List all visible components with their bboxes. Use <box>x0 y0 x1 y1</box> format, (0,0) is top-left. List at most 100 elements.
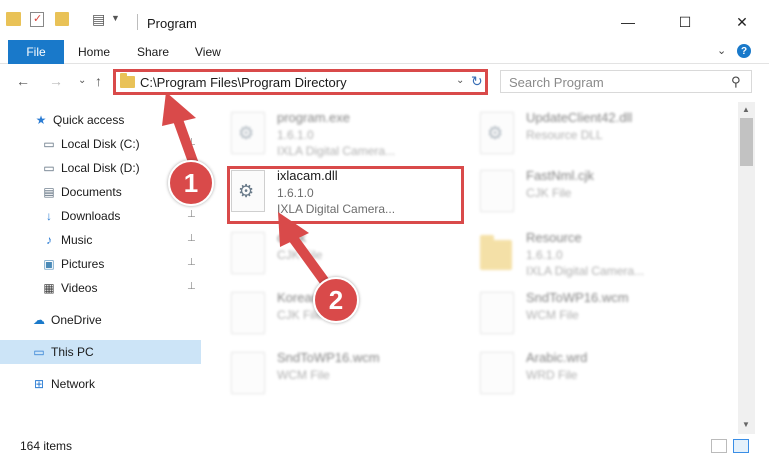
scroll-thumb[interactable] <box>740 118 753 166</box>
expand-ribbon-icon[interactable]: ⌄ <box>717 44 726 57</box>
sidebar-item-label: Documents <box>61 185 122 199</box>
sidebar-item-pictures[interactable]: ▣ Pictures ⊥ <box>0 252 201 276</box>
sidebar-item-label: Downloads <box>61 209 121 223</box>
chevron-down-icon[interactable]: ▼ <box>111 13 120 23</box>
file-item[interactable]: ci.cjk CJK File <box>231 226 471 282</box>
help-icon[interactable]: ? <box>737 44 751 58</box>
folder-icon[interactable] <box>6 12 21 26</box>
customize-quick-access-icon[interactable]: ▤ <box>92 11 105 28</box>
new-folder-icon[interactable] <box>55 12 69 26</box>
sidebar-item-music[interactable]: ♪ Music ⊥ <box>0 228 201 252</box>
downloads-icon: ↓ <box>46 209 52 223</box>
file-item[interactable]: Resource 1.6.1.0 IXLA Digital Camera... <box>480 226 720 282</box>
gear-icon: ⚙ <box>487 123 504 143</box>
file-name: FastNml.cjk <box>526 168 594 183</box>
file-meta: WCM File <box>526 308 579 322</box>
sidebar-item-label: This PC <box>51 345 94 359</box>
sidebar-item-label: OneDrive <box>51 313 102 327</box>
address-bar[interactable]: C:\Program Files\Program Directory ⌄ ↻ <box>113 69 488 95</box>
refresh-icon[interactable]: ↻ <box>471 73 483 90</box>
sidebar-item-videos[interactable]: ▦ Videos ⊥ <box>0 276 201 300</box>
address-path[interactable]: C:\Program Files\Program Directory <box>140 75 347 90</box>
search-input[interactable]: Search Program ⚲ <box>500 70 752 93</box>
search-icon[interactable]: ⚲ <box>731 74 741 90</box>
documents-icon: ▤ <box>43 185 55 199</box>
file-icon <box>480 352 514 394</box>
sidebar-item-network[interactable]: ⊞ Network <box>0 372 201 396</box>
tab-share[interactable]: Share <box>137 45 169 59</box>
window-title: Program <box>147 16 197 31</box>
properties-icon[interactable]: ✓ <box>30 12 44 27</box>
pin-icon[interactable]: ⊥ <box>187 257 196 268</box>
file-meta: WRD File <box>526 368 578 382</box>
music-icon: ♪ <box>46 233 52 247</box>
star-icon: ★ <box>35 113 47 127</box>
network-icon: ⊞ <box>33 377 45 391</box>
sidebar-item-quick-access[interactable]: ★ Quick access <box>0 108 201 132</box>
sidebar-item-label: Music <box>61 233 93 247</box>
file-meta: 1.6.1.0 <box>277 128 314 142</box>
tab-file[interactable]: File <box>8 40 64 64</box>
address-dropdown-icon[interactable]: ⌄ <box>456 75 464 86</box>
file-icon <box>231 232 265 274</box>
details-view-button[interactable] <box>711 439 727 453</box>
file-icon <box>480 292 514 334</box>
close-button[interactable]: ✕ <box>727 10 757 34</box>
file-item[interactable]: SndToWP16.wcm WCM File <box>480 286 720 342</box>
sidebar-item-local-disk-c[interactable]: ▭ Local Disk (C:) ⊥ <box>0 132 201 156</box>
forward-button[interactable]: → <box>49 73 63 89</box>
folder-icon <box>480 235 512 270</box>
file-item[interactable]: ⚙ program.exe 1.6.1.0 IXLA Digital Camera..… <box>231 106 471 162</box>
navigation-pane: ★ Quick access ▭ Local Disk (C:) ⊥ ▭ Local Dis… <box>0 102 201 434</box>
file-name: SndToWP16.wcm <box>526 290 629 305</box>
back-button[interactable]: ← <box>16 73 30 89</box>
folder-icon <box>120 73 135 88</box>
dll-file-icon: ⚙ <box>480 112 514 154</box>
highlight-box <box>227 166 464 224</box>
title-bar: ✓ ▤ ▼ Program — ☐ ✕ <box>0 0 769 40</box>
tab-view[interactable]: View <box>195 45 221 59</box>
sidebar-item-onedrive[interactable]: ☁ OneDrive <box>0 308 201 332</box>
file-name: SndToWP16.wcm <box>277 350 380 365</box>
pin-icon[interactable]: ⊥ <box>187 281 196 292</box>
item-count: 164 items <box>20 439 73 453</box>
file-item[interactable]: Arabic.wrd WRD File <box>480 346 720 402</box>
dll-file-icon: ⚙ <box>231 112 265 154</box>
maximize-button[interactable]: ☐ <box>670 10 700 34</box>
pin-icon[interactable]: ⊥ <box>187 137 196 148</box>
pin-icon[interactable]: ⊥ <box>187 209 196 220</box>
file-name: ci.cjk <box>277 230 306 245</box>
sidebar-item-label: Local Disk (C:) <box>61 137 140 151</box>
file-description: IXLA Digital Camera... <box>526 264 645 278</box>
file-item[interactable]: SndToWP16.wcm WCM File <box>231 346 471 402</box>
scroll-up-icon[interactable]: ▲ <box>742 105 750 114</box>
file-meta: Resource DLL <box>526 128 603 142</box>
large-icons-view-button[interactable] <box>733 439 749 453</box>
search-placeholder: Search Program <box>509 75 604 90</box>
title-separator <box>137 14 138 30</box>
file-item[interactable]: FastNml.cjk CJK File <box>480 164 720 220</box>
sidebar-item-this-pc[interactable]: ▭ This PC <box>0 340 201 364</box>
file-item[interactable]: ⚙ UpdateClient42.dll Resource DLL <box>480 106 720 162</box>
file-meta: CJK File <box>277 248 323 262</box>
recent-locations-button[interactable]: ⌄ <box>78 75 86 86</box>
ribbon: File Home Share View ⌄ ? <box>0 40 769 64</box>
tab-home[interactable]: Home <box>78 45 110 59</box>
gear-icon: ⚙ <box>238 123 255 143</box>
up-button[interactable]: ↑ <box>95 73 102 89</box>
sidebar-item-downloads[interactable]: ↓ Downloads ⊥ <box>0 204 201 228</box>
sidebar-item-label: Network <box>51 377 96 391</box>
file-icon <box>480 170 514 212</box>
file-name: UpdateClient42.dll <box>526 110 633 125</box>
file-name: program.exe <box>277 110 350 125</box>
file-icon <box>231 352 265 394</box>
vertical-scrollbar[interactable]: ▲ ▼ <box>738 102 755 434</box>
scroll-down-icon[interactable]: ▼ <box>742 420 750 429</box>
step-1-badge: 1 <box>168 160 214 206</box>
pin-icon[interactable]: ⊥ <box>187 233 196 244</box>
file-icon <box>231 292 265 334</box>
drive-icon: ▭ <box>43 137 55 151</box>
minimize-button[interactable]: — <box>613 10 643 34</box>
status-bar: 164 items <box>0 434 769 472</box>
sidebar-item-label: Pictures <box>61 257 105 271</box>
